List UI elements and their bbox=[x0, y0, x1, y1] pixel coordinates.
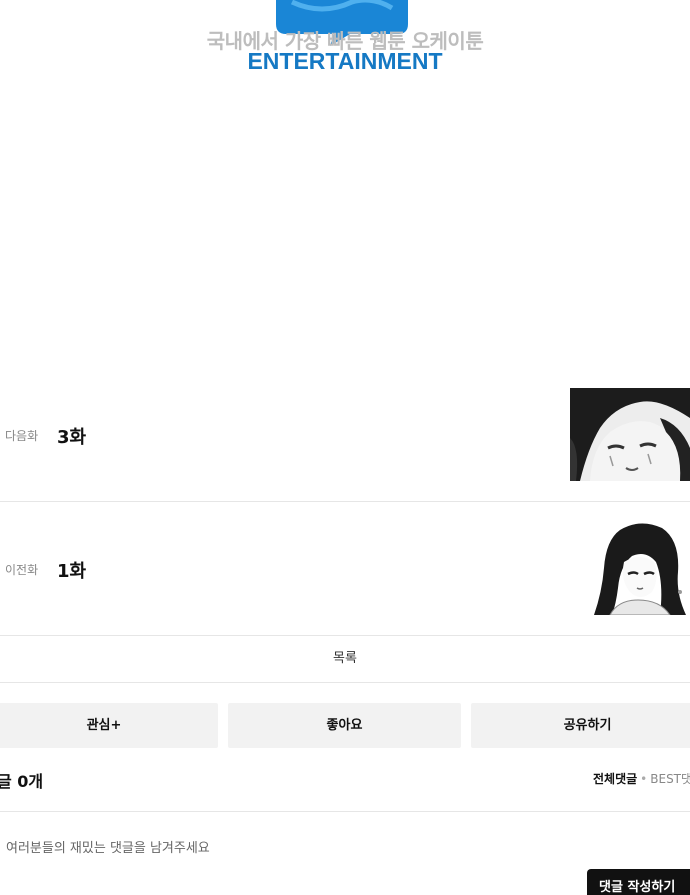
sort-best-comments-tab[interactable]: BEST댓 bbox=[650, 772, 690, 786]
next-episode-row[interactable]: 다음화 3화 bbox=[0, 368, 690, 502]
comment-sort-tabs: 전체댓글 • BEST댓 bbox=[593, 770, 690, 787]
next-episode-title[interactable]: 3화 bbox=[57, 423, 86, 449]
previous-episode-title[interactable]: 1화 bbox=[57, 557, 86, 583]
like-button[interactable]: 좋아요 bbox=[228, 703, 461, 748]
banner: 국내에서 가장 빠른 웹툰 오케이툰 ENTERTAINMENT bbox=[0, 0, 690, 80]
manga-thumbnail-crying-girl-icon[interactable] bbox=[570, 388, 690, 481]
comments-divider bbox=[0, 811, 690, 812]
add-interest-button[interactable]: 관심+ bbox=[0, 703, 218, 748]
comment-count: 글 0개 bbox=[0, 772, 44, 791]
share-button[interactable]: 공유하기 bbox=[471, 703, 690, 748]
write-comment-button[interactable]: 댓글 작성하기 bbox=[587, 869, 690, 895]
manga-thumbnail-girl-icon[interactable] bbox=[590, 522, 690, 615]
next-episode-type-label: 다음화 bbox=[5, 429, 39, 443]
sort-all-comments-tab[interactable]: 전체댓글 bbox=[593, 772, 637, 786]
previous-episode-row[interactable]: 이전화 1화 bbox=[0, 502, 690, 636]
previous-episode-type-label: 이전화 bbox=[5, 563, 39, 577]
episode-list-button[interactable]: 목록 bbox=[0, 636, 690, 683]
comment-input[interactable]: 여러분들의 재밌는 댓글을 남겨주세요 bbox=[6, 837, 210, 856]
banner-brand: ENTERTAINMENT bbox=[247, 48, 443, 74]
sort-separator: • bbox=[640, 772, 648, 786]
